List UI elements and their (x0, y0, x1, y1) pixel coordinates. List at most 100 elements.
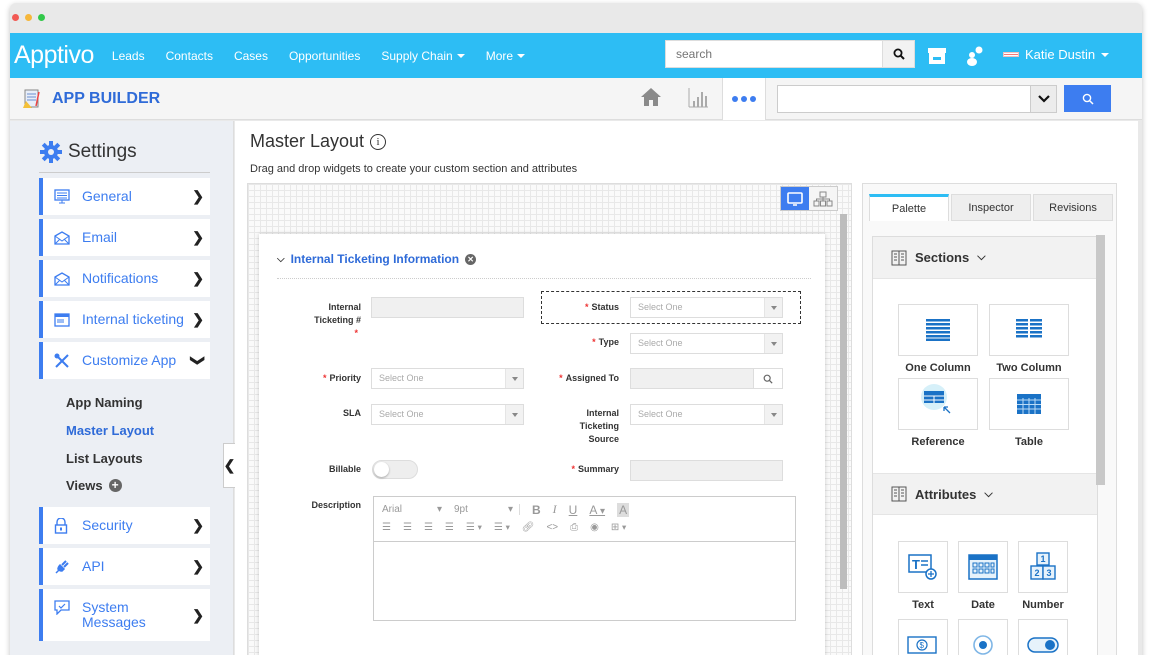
nav-more[interactable]: More (486, 49, 526, 63)
close-window-button[interactable] (12, 14, 19, 21)
assigned-to-input[interactable] (630, 368, 754, 389)
chart-icon[interactable] (687, 87, 709, 114)
more-icon[interactable] (722, 78, 766, 120)
align-justify-icon[interactable]: ☰ (445, 522, 454, 533)
number-icon: 12 3 (1030, 552, 1056, 580)
section-header[interactable]: ⌵ Internal Ticketing Information ✕ (277, 252, 477, 266)
collapse-sidebar-button[interactable]: ❮ (223, 443, 235, 488)
people-icon[interactable] (966, 46, 984, 71)
caret-down-icon (456, 53, 465, 58)
internal-ticketing-source-select[interactable]: Select One (630, 404, 783, 425)
gear-icon (40, 141, 62, 163)
align-right-icon[interactable]: ☰ (424, 522, 433, 533)
caret-down-icon (505, 369, 523, 388)
hierarchy-icon (813, 191, 833, 206)
app-store-icon[interactable] (927, 47, 947, 70)
desktop-view-button[interactable] (781, 187, 809, 210)
align-left-icon[interactable]: ☰ (382, 522, 391, 533)
chevron-right-icon: ❯ (192, 188, 204, 204)
global-search-input[interactable] (665, 40, 883, 68)
widget-one-column[interactable] (898, 304, 978, 356)
subitem-master-layout[interactable]: Master Layout (66, 423, 154, 438)
palette-scrollbar[interactable] (1096, 235, 1105, 485)
code-icon[interactable]: <> (546, 522, 558, 533)
subitem-app-naming[interactable]: App Naming (66, 395, 143, 410)
minimize-window-button[interactable] (25, 14, 32, 21)
nav-leads[interactable]: Leads (112, 49, 145, 63)
widget-date[interactable] (958, 541, 1008, 593)
chevron-down-icon: ⌵ (984, 487, 993, 500)
attributes-header[interactable]: Attributes ⌵ (873, 473, 1097, 515)
tab-palette[interactable]: Palette (869, 194, 949, 221)
numbered-list-icon[interactable]: ☰ ▾ (494, 522, 510, 533)
description-textarea[interactable] (374, 542, 795, 620)
maximize-window-button[interactable] (38, 14, 45, 21)
sidebar-item-notifications[interactable]: Notifications ❯ (39, 260, 210, 297)
page-title: Master Layout i (250, 131, 387, 152)
text-color-button[interactable]: A ▾ (589, 503, 605, 517)
chevron-right-icon: ❯ (192, 606, 204, 623)
font-size-select[interactable]: 9pt ▾ (454, 504, 520, 515)
status-select[interactable]: Select One (630, 297, 783, 318)
sidebar-item-api[interactable]: API ❯ (39, 548, 210, 585)
sections-header[interactable]: Sections ⌵ (873, 237, 1097, 279)
svg-text:3: 3 (1047, 568, 1052, 578)
app-builder-icon (23, 89, 40, 108)
sla-select[interactable]: Select One (371, 404, 524, 425)
canvas-scrollbar[interactable] (840, 214, 847, 589)
sidebar-item-internal-ticketing[interactable]: Internal ticketing ❯ (39, 301, 210, 338)
app-search-button[interactable] (1064, 85, 1111, 112)
envelope-icon (54, 271, 74, 286)
section-card[interactable]: ⌵ Internal Ticketing Information ✕ Inter… (259, 234, 825, 663)
remove-section-icon[interactable]: ✕ (465, 253, 477, 265)
link-icon[interactable]: 🔗︎ (522, 522, 535, 533)
global-search-button[interactable] (883, 40, 915, 68)
assigned-to-lookup-button[interactable] (753, 368, 783, 389)
user-avatar (1003, 52, 1019, 57)
table-icon[interactable]: ⊞ ▾ (611, 522, 626, 533)
type-select[interactable]: Select One (630, 333, 783, 354)
user-menu[interactable]: Katie Dustin (1003, 47, 1110, 62)
sidebar-item-customize-app[interactable]: Customize App ❯ (39, 342, 210, 379)
nav-contacts[interactable]: Contacts (166, 49, 213, 63)
font-family-select[interactable]: Arial ▾ (382, 504, 442, 515)
window-icon (54, 312, 74, 327)
bold-button[interactable]: B (532, 503, 541, 517)
subitem-views[interactable]: Views + (66, 478, 122, 493)
add-view-icon[interactable]: + (108, 479, 122, 492)
summary-input[interactable] (630, 460, 783, 481)
sidebar-item-email[interactable]: Email ❯ (39, 219, 210, 256)
widget-number[interactable]: 123 (1018, 541, 1068, 593)
billable-toggle[interactable] (372, 460, 418, 479)
tab-revisions[interactable]: Revisions (1033, 194, 1113, 221)
subitem-list-layouts[interactable]: List Layouts (66, 451, 143, 466)
priority-select[interactable]: Select One (371, 368, 524, 389)
preview-icon[interactable]: ◉ (590, 522, 599, 533)
nav-opportunities[interactable]: Opportunities (289, 49, 360, 63)
sidebar-item-security[interactable]: Security ❯ (39, 507, 210, 544)
chevron-down-icon[interactable] (1030, 86, 1056, 112)
nav-supply-chain[interactable]: Supply Chain (381, 49, 465, 63)
chevron-down-icon[interactable]: ⌵ (277, 254, 285, 265)
widget-text[interactable]: T (898, 541, 948, 593)
bullet-list-icon[interactable]: ☰ ▾ (466, 522, 482, 533)
highlight-color-button[interactable]: A (617, 502, 630, 517)
sidebar-item-system-messages[interactable]: System Messages ❯ (39, 589, 210, 641)
widget-table[interactable] (989, 378, 1069, 430)
align-center-icon[interactable]: ☰ (403, 522, 412, 533)
tab-inspector[interactable]: Inspector (951, 194, 1031, 221)
widget-two-column[interactable] (989, 304, 1069, 356)
app-select[interactable] (777, 85, 1057, 113)
sidebar-item-general[interactable]: General ❯ (39, 178, 210, 215)
layout-canvas[interactable]: ⌵ Internal Ticketing Information ✕ Inter… (247, 183, 852, 663)
widget-reference[interactable] (898, 378, 978, 430)
print-icon[interactable]: ⎙ (570, 522, 578, 533)
apptivo-logo[interactable]: Apptivo (14, 41, 94, 70)
home-icon[interactable] (640, 87, 662, 112)
underline-button[interactable]: U (569, 503, 578, 517)
internal-ticketing-number-input[interactable] (371, 297, 524, 318)
info-icon[interactable]: i (370, 133, 387, 150)
nav-cases[interactable]: Cases (234, 49, 268, 63)
italic-button[interactable]: I (553, 502, 557, 517)
hierarchy-view-button[interactable] (809, 187, 837, 210)
